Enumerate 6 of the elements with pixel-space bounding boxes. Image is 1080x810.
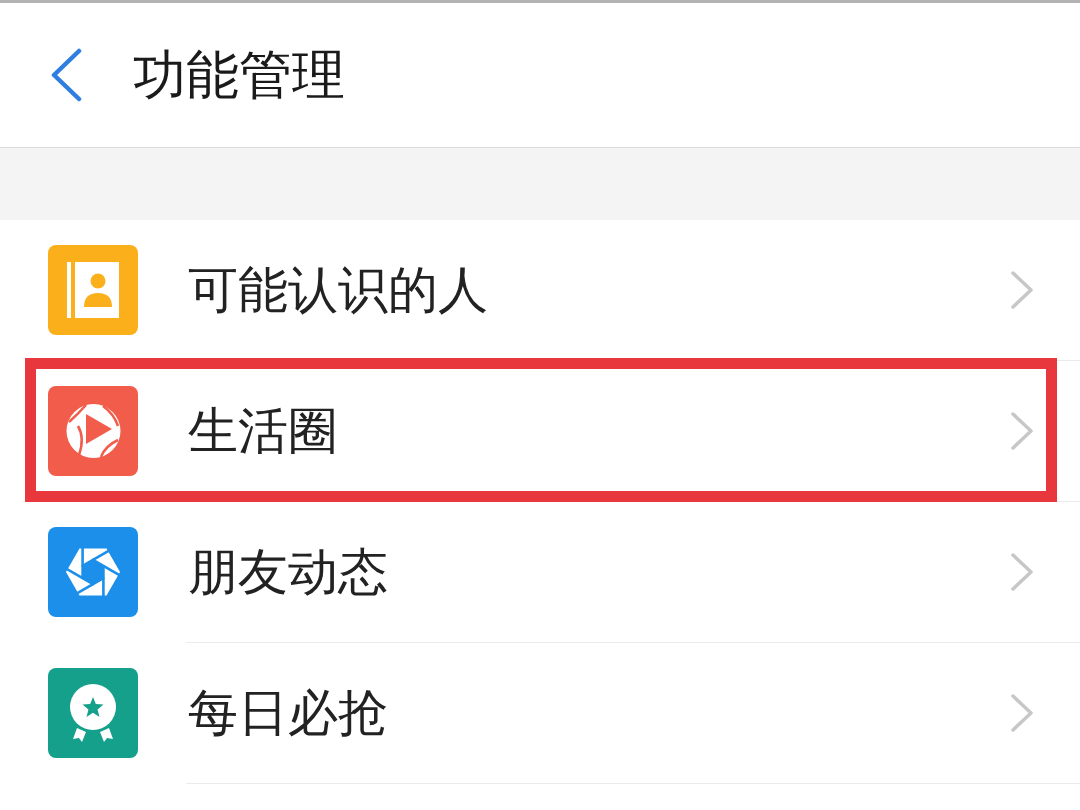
chevron-icon [1010,552,1034,592]
chevron-icon [1010,693,1034,733]
page-title: 功能管理 [133,43,345,107]
chevron-icon [1010,411,1034,451]
chevron-icon [1010,270,1034,310]
back-icon [50,48,82,102]
